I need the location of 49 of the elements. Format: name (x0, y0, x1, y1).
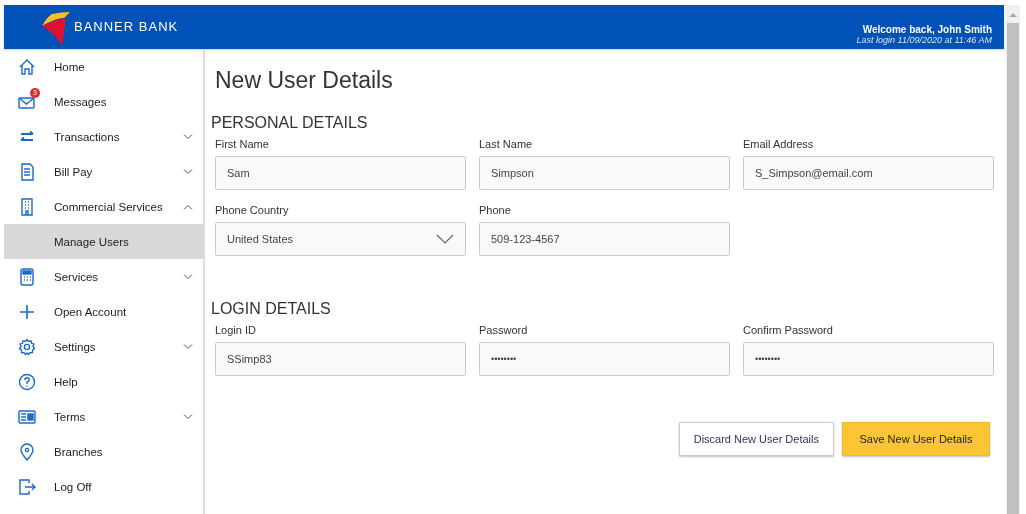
input-field[interactable]: S_Simpson@email.com (743, 156, 994, 190)
input-field[interactable]: Sam (215, 156, 466, 190)
field-label: Login ID (215, 324, 257, 336)
settings-icon (18, 337, 36, 356)
field-label: Phone (479, 204, 512, 216)
welcome-text: Welcome back, John Smith (862, 23, 992, 35)
section-heading: LOGIN DETAILS (211, 300, 332, 318)
nav-item[interactable]: Bill Pay (4, 154, 203, 189)
nav-item[interactable]: Branches (4, 434, 203, 469)
dropdown-field[interactable]: United States (215, 222, 466, 256)
input-field[interactable]: Simpson (479, 156, 730, 190)
document-icon (18, 162, 36, 181)
logo-icon (40, 12, 70, 48)
building-icon (18, 197, 36, 216)
page-title: New User Details (215, 67, 394, 94)
location-pin-icon (18, 442, 36, 461)
field-label: Last Name (479, 138, 534, 150)
log-off-icon (18, 477, 36, 496)
newspaper-icon (18, 407, 36, 426)
nav-item[interactable]: Open Account (4, 294, 203, 329)
input-field[interactable]: SSimp83 (215, 342, 466, 376)
nav-item[interactable]: Log Off (4, 469, 203, 504)
nav-item[interactable]: Commercial Services (4, 189, 203, 224)
field-label: Password (479, 324, 529, 336)
caret-icon (436, 234, 454, 244)
help-icon (18, 372, 36, 391)
nav-item[interactable]: Help (4, 364, 203, 399)
nav-item[interactable]: Transactions (4, 119, 203, 154)
field-label: First Name (215, 138, 270, 150)
plus-icon (18, 302, 36, 321)
input-field[interactable]: 509-123-4567 (479, 222, 730, 256)
nav-subitem[interactable]: Manage Users (4, 224, 203, 259)
calculator-icon (18, 267, 36, 286)
field-label: Email Address (743, 138, 815, 150)
field-label: Confirm Password (743, 324, 834, 336)
home-icon (18, 57, 36, 76)
nav-item[interactable]: Terms (4, 399, 203, 434)
discard-button[interactable]: Discard New User Details (678, 422, 834, 456)
save-button[interactable]: Save New User Details (842, 422, 990, 456)
field-label: Phone Country (215, 204, 290, 216)
password-field[interactable]: •••••••• (743, 342, 994, 376)
nav-item[interactable]: Services (4, 259, 203, 294)
nav-item[interactable]: Settings (4, 329, 203, 364)
section-heading: PERSONAL DETAILS (211, 114, 369, 132)
logo-text: BANNER BANK (74, 19, 179, 34)
password-field[interactable]: •••••••• (479, 342, 730, 376)
last-login-text: Last login 11/09/2020 at 11:46 AM (856, 34, 992, 45)
nav-item[interactable]: Home (4, 49, 203, 84)
scrollbar[interactable] (1006, 5, 1020, 514)
